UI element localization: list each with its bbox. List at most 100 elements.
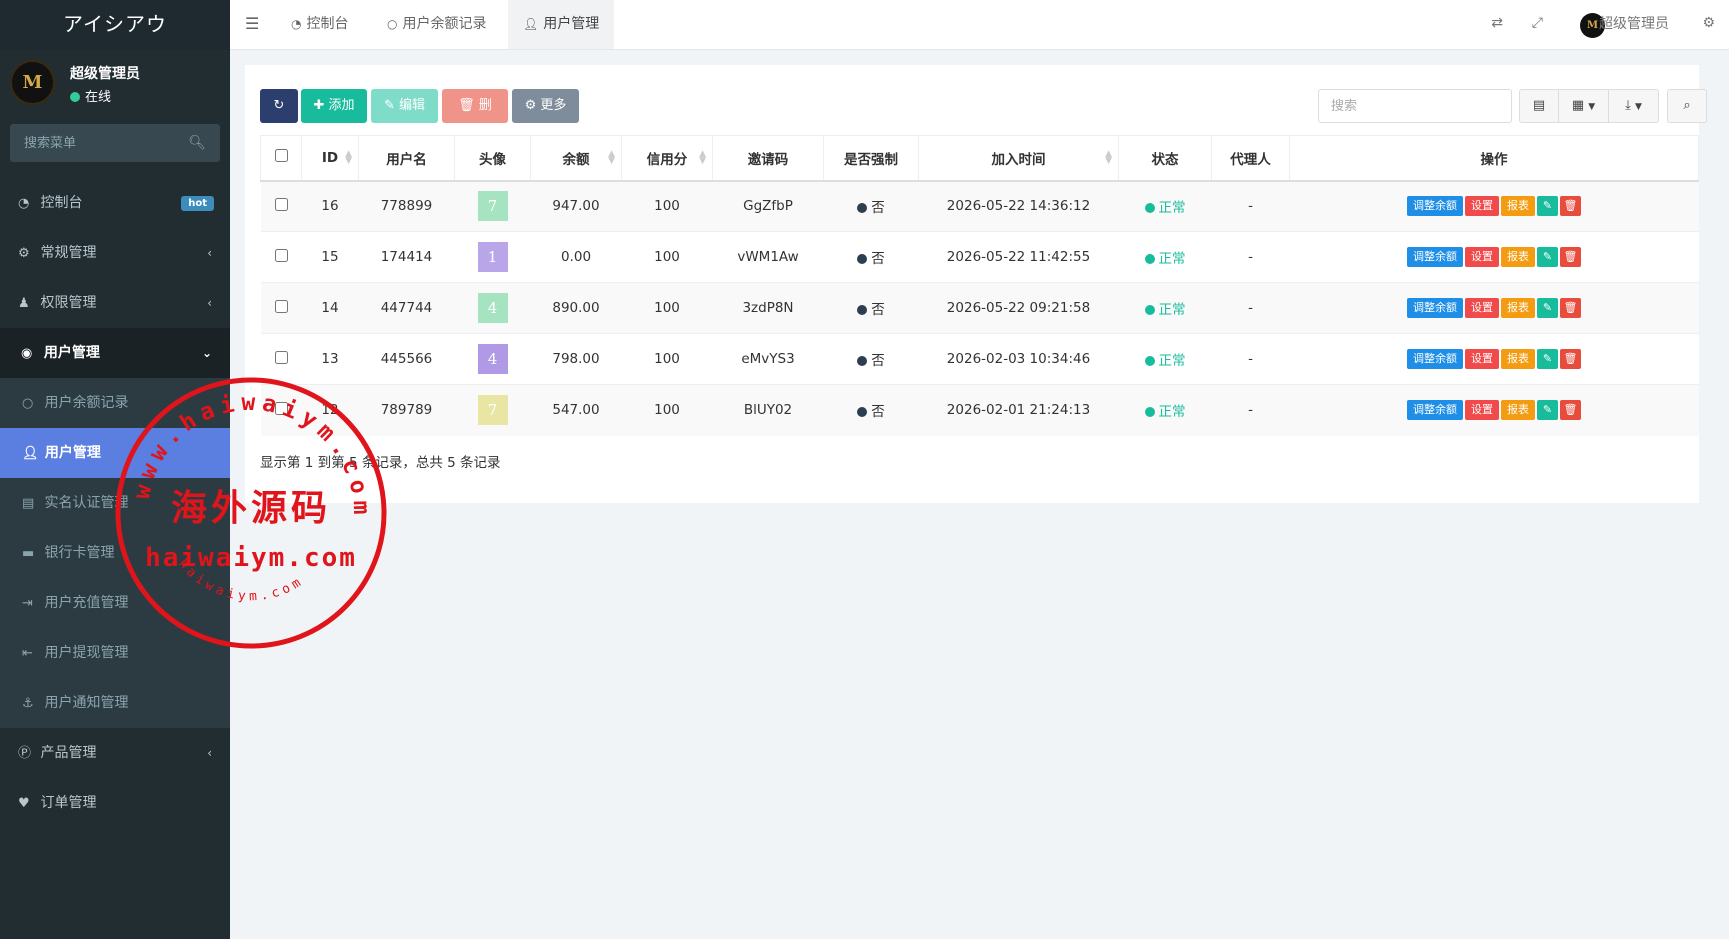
tab-balance-log[interactable]: ○ 用户余额记录 — [372, 0, 501, 49]
settings-button[interactable]: 设置 — [1465, 298, 1499, 318]
sidebar-item-balance-log[interactable]: ○ 用户余额记录 — [0, 378, 230, 428]
row-select-cell — [260, 282, 302, 334]
status-dot-icon — [1144, 203, 1155, 214]
col-balance[interactable]: 余额 ▲ ▼ — [530, 135, 622, 182]
sidebar-item-general[interactable]: ⚙ 常规管理 ‹ — [0, 228, 230, 278]
edit-row-button[interactable]: ✎ — [1537, 298, 1558, 318]
delete-row-button[interactable]: 🗑︎ — [1560, 349, 1581, 369]
top-header: ☰ ◔ 控制台 ○ 用户余额记录 👤︎ 用户管理 ⇄ ⤢ M 超级管理员 ⚙ — [230, 0, 1729, 50]
table-row[interactable]: 14 447744 4 890.00 100 3zdP8N 否 2026-05-22 09:2… — [260, 282, 1699, 334]
col-status: 状态 — [1118, 135, 1212, 182]
adjust-balance-button[interactable]: 调整余额 — [1407, 349, 1463, 369]
report-button[interactable]: 报表 — [1501, 400, 1535, 421]
edit-row-button[interactable]: ✎ — [1537, 247, 1558, 267]
table-row[interactable]: 16 778899 7 947.00 100 GgZfbP 否 2026-05-22 14:3… — [260, 180, 1699, 232]
sidebar-item-realname[interactable]: ▤ 实名认证管理 — [0, 478, 230, 528]
header-user-name[interactable]: 超级管理员 — [1599, 0, 1669, 49]
cell-actions: 调整余额 设置 报表 ✎ 🗑︎ — [1289, 333, 1699, 385]
user-avatar[interactable]: 7 — [477, 191, 508, 222]
sign-out-icon: ⇤ — [22, 646, 33, 661]
search-icon[interactable]: 🔍︎ — [188, 135, 206, 151]
row-select-cell — [260, 180, 302, 232]
table-row[interactable]: 13 445566 4 798.00 100 eMvYS3 否 2026-02-03 10:3… — [260, 333, 1699, 385]
report-button[interactable]: 报表 — [1501, 196, 1535, 217]
user-avatar[interactable]: 4 — [477, 293, 508, 323]
cell-status: 正常 — [1118, 231, 1212, 283]
col-invite-code: 邀请码 — [712, 135, 824, 182]
sidebar-item-recharge[interactable]: ⇥ 用户充值管理 — [0, 578, 230, 628]
adjust-balance-button[interactable]: 调整余额 — [1407, 196, 1463, 217]
row-checkbox[interactable] — [274, 350, 288, 364]
col-label: 信用分 — [646, 151, 688, 168]
export-button[interactable]: ⤓ ▼ — [1608, 89, 1659, 123]
table-row[interactable]: 12 789789 7 547.00 100 BlUY02 否 2026-02-01 21:2… — [260, 384, 1699, 436]
forced-text: 否 — [871, 302, 885, 318]
col-joined[interactable]: 加入时间 ▲ ▼ — [918, 135, 1119, 182]
user-avatar[interactable]: 4 — [477, 344, 508, 374]
sidebar-item-bankcard[interactable]: ▬ 银行卡管理 — [0, 528, 230, 578]
row-checkbox[interactable] — [274, 299, 288, 313]
adjust-balance-button[interactable]: 调整余额 — [1407, 298, 1463, 318]
delete-row-button[interactable]: 🗑︎ — [1560, 400, 1581, 421]
status-text: 正常 — [1158, 302, 1186, 318]
tab-dashboard[interactable]: ◔ 控制台 — [276, 0, 363, 49]
edit-row-button[interactable]: ✎ — [1537, 400, 1558, 421]
delete-row-button[interactable]: 🗑︎ — [1560, 247, 1581, 267]
report-button[interactable]: 报表 — [1501, 247, 1535, 267]
col-id[interactable]: ID ▲ ▼ — [301, 135, 359, 182]
tab-user-management[interactable]: 👤︎ 用户管理 — [508, 0, 615, 49]
sidebar-item-users[interactable]: ◉ 用户管理 ⌄ — [0, 328, 230, 378]
menu-toggle-icon[interactable]: ☰ — [245, 14, 259, 33]
adjust-balance-button[interactable]: 调整余额 — [1407, 400, 1463, 421]
delete-button[interactable]: 🗑︎ 删除 — [442, 89, 508, 147]
cog-icon: ⚙ — [524, 98, 537, 113]
settings-button[interactable]: 设置 — [1465, 349, 1499, 369]
edit-row-button[interactable]: ✎ — [1537, 349, 1558, 369]
toggle-view-button[interactable]: ▤ — [1519, 89, 1559, 123]
sidebar-item-user-management[interactable]: 👤︎ 用户管理 — [0, 428, 230, 478]
fullscreen-icon[interactable]: ⤢ — [1532, 15, 1543, 31]
sort-icon: ▲ ▼ — [608, 149, 615, 166]
delete-row-button[interactable]: 🗑︎ — [1560, 196, 1581, 217]
col-credit[interactable]: 信用分 ▲ ▼ — [621, 135, 713, 182]
sidebar-item-orders[interactable]: ♥︎ 订单管理 — [0, 778, 230, 828]
report-button[interactable]: 报表 — [1501, 349, 1535, 369]
adjust-balance-button[interactable]: 调整余额 — [1407, 247, 1463, 267]
settings-button[interactable]: 设置 — [1465, 196, 1499, 217]
user-avatar[interactable]: 1 — [477, 242, 508, 272]
row-checkbox[interactable] — [274, 197, 288, 211]
grid-icon: ▦ — [1571, 98, 1585, 113]
brand-logo[interactable]: アイシアウ — [0, 0, 230, 50]
user-avatar[interactable]: 7 — [477, 395, 508, 426]
search-toggle-button[interactable]: ⌕ — [1667, 89, 1707, 123]
translate-icon[interactable]: ⇄ — [1491, 15, 1503, 31]
cell-username: 445566 — [358, 333, 455, 385]
settings-button[interactable]: 设置 — [1465, 400, 1499, 421]
sidebar-item-products[interactable]: Ⓟ 产品管理 ‹ — [0, 728, 230, 778]
table-search-input[interactable] — [1319, 90, 1511, 122]
col-username: 用户名 — [358, 135, 455, 182]
row-checkbox[interactable] — [274, 248, 288, 262]
online-dot-icon — [70, 92, 80, 102]
sidebar-item-withdraw[interactable]: ⇤ 用户提现管理 — [0, 628, 230, 678]
sidebar-item-permissions[interactable]: ♟ 权限管理 ‹ — [0, 278, 230, 328]
refresh-button[interactable]: ↻ — [260, 89, 298, 123]
settings-icon[interactable]: ⚙ — [1702, 15, 1715, 31]
row-checkbox[interactable] — [274, 401, 288, 415]
sidebar-item-dashboard[interactable]: ◔ 控制台 hot — [0, 178, 230, 228]
settings-button[interactable]: 设置 — [1465, 247, 1499, 267]
report-button[interactable]: 报表 — [1501, 298, 1535, 318]
columns-button[interactable]: ▦ ▼ — [1558, 89, 1609, 123]
table-row[interactable]: 15 174414 1 0.00 100 vWM1Aw 否 2026-05-22 11:42:… — [260, 231, 1699, 283]
more-button[interactable]: ⚙ 更多 — [512, 89, 579, 123]
cell-forced: 否 — [823, 231, 919, 283]
dot-icon — [857, 203, 868, 214]
edit-button[interactable]: ✎ 编辑 — [371, 89, 438, 123]
delete-row-button[interactable]: 🗑︎ — [1560, 298, 1581, 318]
select-all-checkbox[interactable] — [274, 149, 288, 163]
pencil-icon: ✎ — [383, 98, 395, 113]
add-button[interactable]: ✚ 添加 — [301, 89, 367, 123]
sidebar-item-notice[interactable]: ⚓︎ 用户通知管理 — [0, 678, 230, 728]
dot-icon — [857, 254, 868, 264]
edit-row-button[interactable]: ✎ — [1537, 196, 1558, 217]
